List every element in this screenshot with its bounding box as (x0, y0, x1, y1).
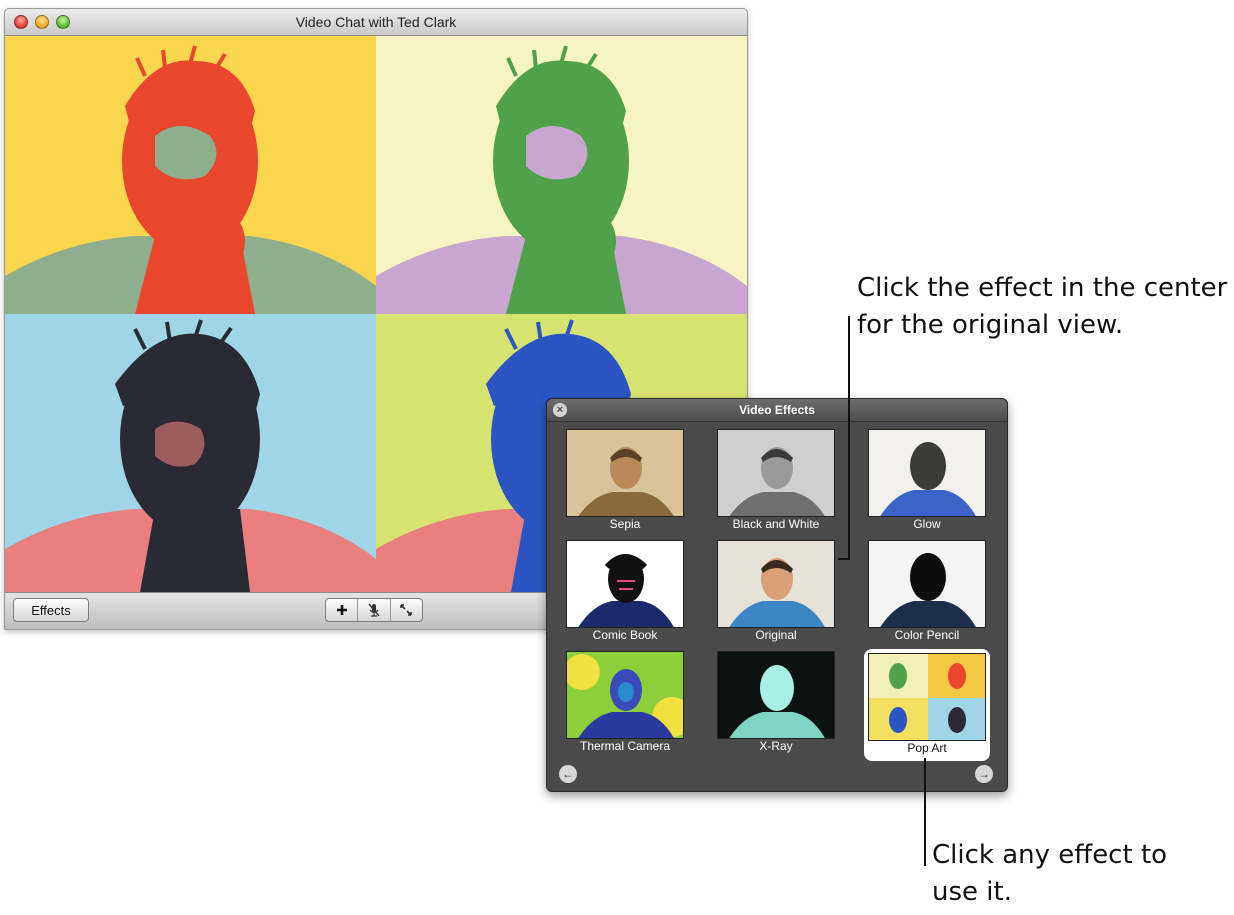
effect-thumbnail (566, 540, 684, 628)
effect-thumbnail (868, 653, 986, 741)
effect-tile-glow[interactable]: Glow (866, 429, 988, 539)
effect-thumbnail (717, 651, 835, 739)
video-quadrant-top-left (5, 36, 376, 314)
chat-controls (325, 598, 423, 622)
fullscreen-icon (400, 604, 413, 616)
effect-label: Original (755, 628, 797, 642)
effect-thumbnail (868, 429, 986, 517)
effect-tile-thermal-camera[interactable]: Thermal Camera (564, 651, 686, 761)
effect-label: Comic Book (592, 628, 658, 642)
effect-tile-original[interactable]: Original (715, 540, 837, 650)
effect-label: Sepia (609, 517, 641, 531)
effect-thumbnail (717, 429, 835, 517)
video-quadrant-bottom-left (5, 314, 376, 592)
effects-panel-title: Video Effects (739, 403, 815, 417)
effect-tile-x-ray[interactable]: X-Ray (715, 651, 837, 761)
effect-thumbnail (566, 429, 684, 517)
effect-tile-sepia[interactable]: Sepia (564, 429, 686, 539)
effect-thumbnail (566, 651, 684, 739)
effect-tile-black-and-white[interactable]: Black and White (715, 429, 837, 539)
effects-button[interactable]: Effects (13, 598, 89, 622)
previous-effects-icon[interactable]: ← (559, 765, 577, 783)
callout-line-1: Click any effect to (932, 840, 1168, 870)
effect-thumbnail (717, 540, 835, 628)
effect-tile-color-pencil[interactable]: Color Pencil (866, 540, 988, 650)
video-quadrant-top-right (376, 36, 747, 314)
effect-label: Pop Art (907, 741, 947, 755)
effect-label: X-Ray (759, 739, 793, 753)
add-participant-button[interactable] (326, 599, 359, 621)
effect-thumbnail (868, 540, 986, 628)
callout-leader-line (924, 758, 926, 866)
window-title: Video Chat with Ted Clark (295, 14, 457, 30)
callout-line-2: for the original view. (857, 310, 1124, 340)
plus-icon (336, 605, 347, 615)
callout-leader-line (848, 316, 850, 560)
mute-button[interactable] (358, 599, 391, 621)
callout-center-effect: Click the effect in the center for the o… (857, 270, 1227, 344)
mute-microphone-icon (368, 603, 380, 617)
fullscreen-button[interactable] (391, 599, 422, 621)
effect-tile-comic-book[interactable]: Comic Book (564, 540, 686, 650)
effect-label: Black and White (732, 517, 820, 531)
effect-tile-pop-art[interactable]: Pop Art (864, 649, 990, 761)
callout-line-2: use it. (932, 877, 1012, 907)
video-effects-panel: × Video Effects Sepia Black and White Gl… (546, 398, 1008, 792)
callout-leader-tick (838, 558, 850, 560)
effects-panel-titlebar[interactable]: × Video Effects (547, 399, 1007, 422)
callout-line-1: Click the effect in the center (857, 273, 1228, 303)
effect-label: Glow (913, 517, 941, 531)
next-effects-icon[interactable]: → (975, 765, 993, 783)
window-titlebar[interactable]: Video Chat with Ted Clark (5, 9, 747, 36)
callout-any-effect: Click any effect to use it. (932, 837, 1167, 911)
effect-label: Thermal Camera (579, 739, 671, 753)
effect-label: Color Pencil (894, 628, 960, 642)
